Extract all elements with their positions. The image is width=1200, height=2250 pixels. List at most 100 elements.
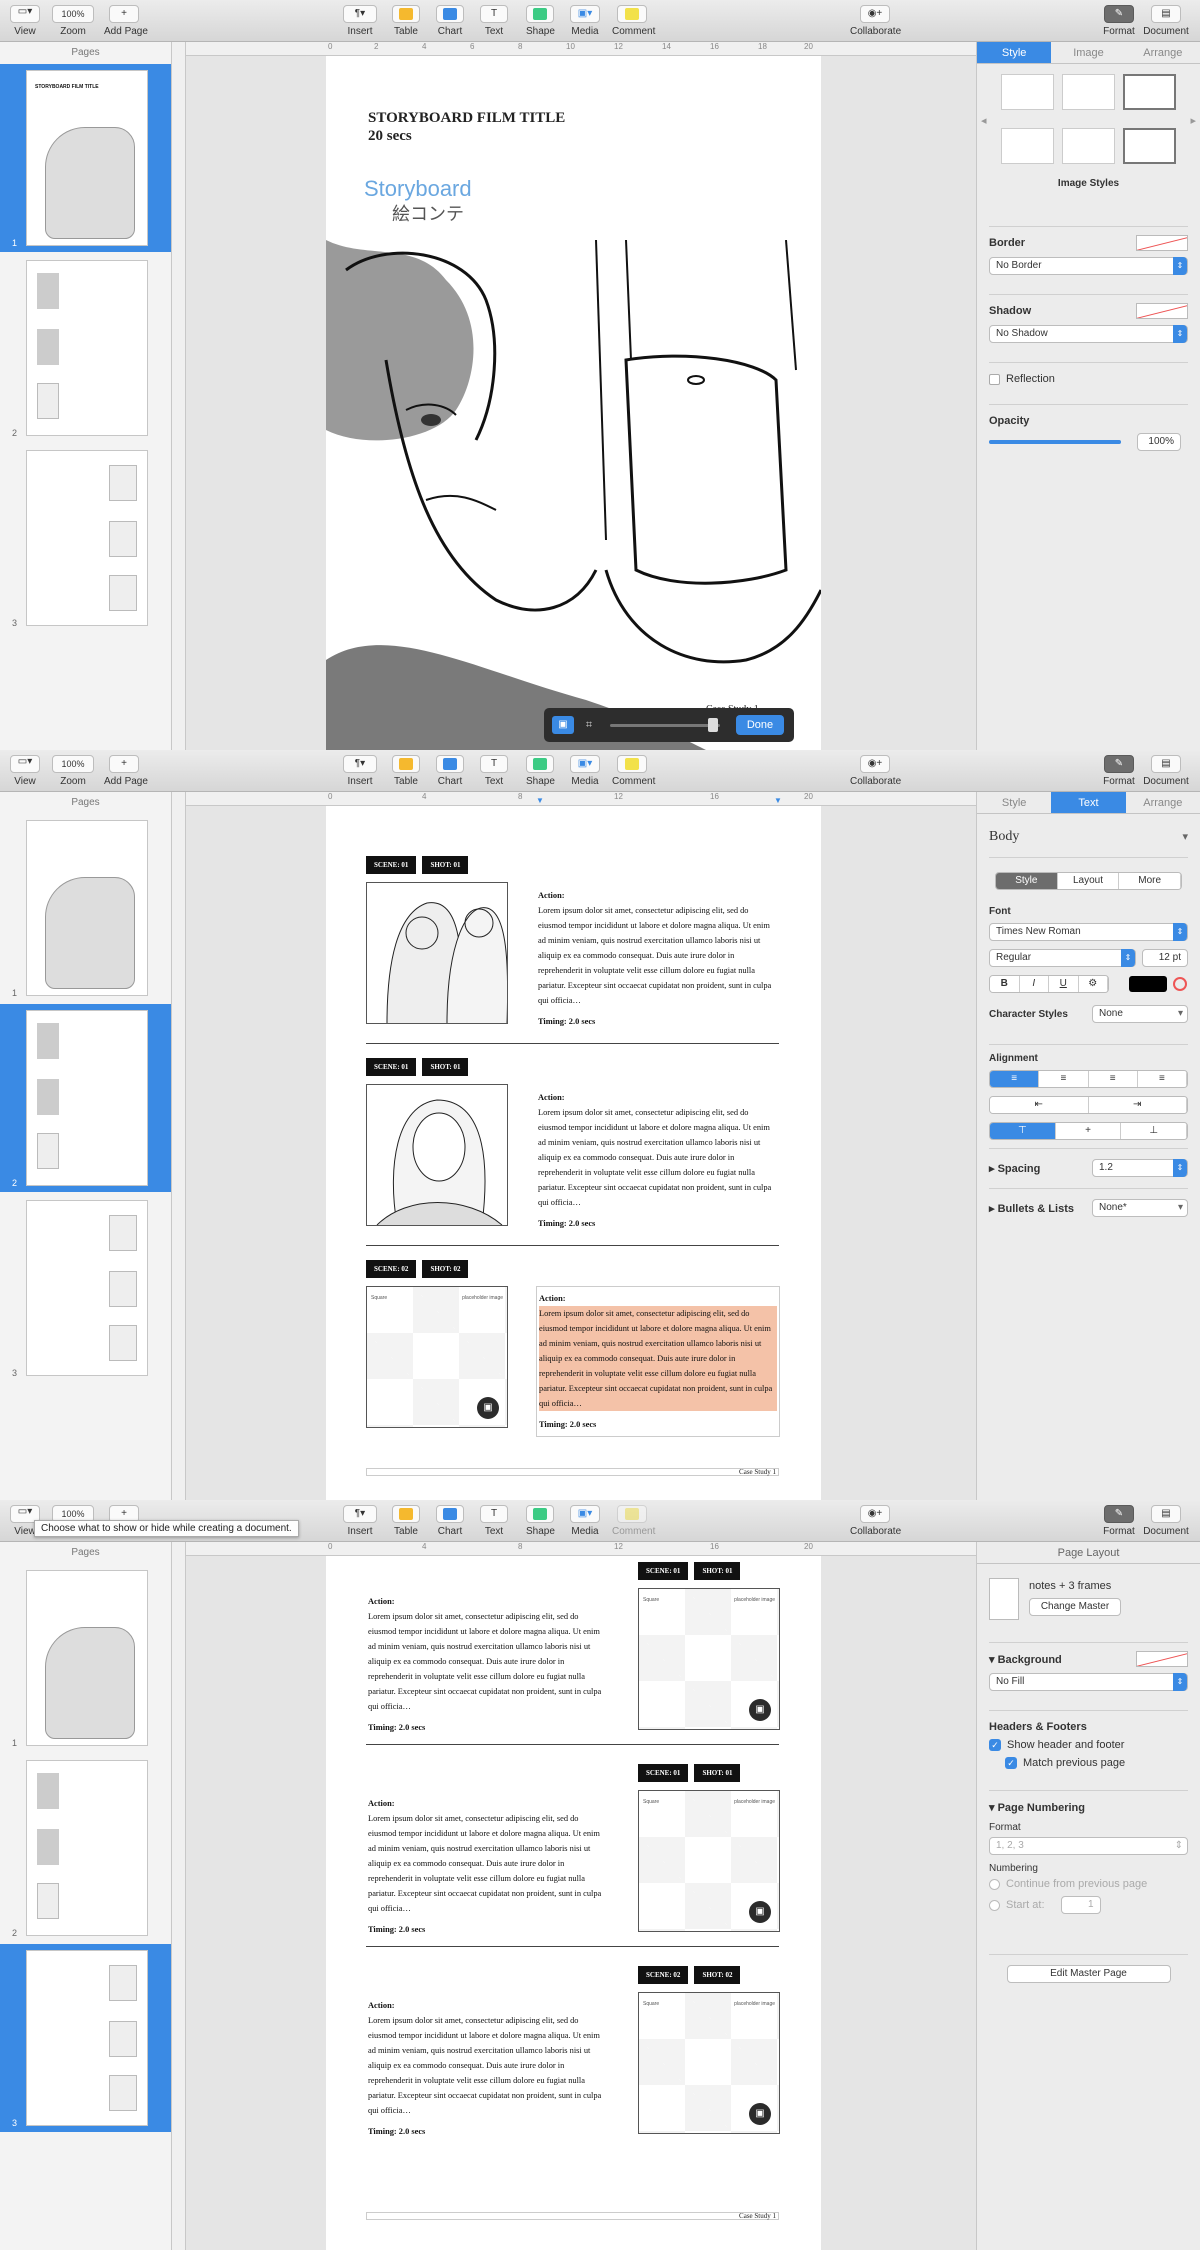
insert-button[interactable]: ¶▾ Insert — [342, 1505, 378, 1537]
shadow-select[interactable]: No Shadow ⇕ — [989, 325, 1188, 343]
scene-tag[interactable]: SCENE: 02 — [366, 1260, 417, 1278]
start-at-field[interactable]: 1 — [1060, 1896, 1101, 1914]
page-thumbnail-1[interactable]: STORYBOARD FILM TITLE 1 — [0, 64, 171, 252]
add-page-button[interactable]: +Add Page — [104, 5, 148, 37]
document-canvas[interactable]: Action: Lorem ipsum dolor sit amet, conse… — [186, 1556, 976, 2250]
crop-icon[interactable]: ⌗ — [578, 716, 600, 734]
shape-button[interactable]: Shape — [526, 5, 555, 37]
tab-style[interactable]: Style — [977, 42, 1052, 63]
shadow-label[interactable]: Shadow — [989, 305, 1031, 317]
spacing-select[interactable]: 1.2 ⇕ — [1092, 1159, 1188, 1177]
bullets-select[interactable]: None* ▾ — [1092, 1199, 1188, 1217]
underline-button[interactable]: U — [1049, 976, 1079, 992]
comment-button[interactable]: Comment — [612, 755, 655, 787]
table-button[interactable]: Table — [392, 755, 420, 787]
shot-tag[interactable]: SHOT: 02 — [694, 1966, 741, 1984]
page-thumbnail-3[interactable]: 3 — [0, 444, 171, 632]
collaborate-button[interactable]: ◉+ Collaborate — [850, 755, 901, 787]
match-previous-checkbox[interactable]: ✓ — [1005, 1757, 1017, 1769]
collaborate-button[interactable]: ◉+ Collaborate — [850, 5, 901, 37]
zoom-control[interactable]: 100%Zoom — [52, 5, 94, 37]
insert-button[interactable]: ¶▾ Insert — [342, 5, 378, 37]
shot-image-frame[interactable] — [366, 882, 508, 1024]
page-thumbnail-3[interactable]: 3 — [0, 1944, 171, 2132]
image-style-thumb[interactable] — [1123, 74, 1176, 110]
document-canvas[interactable]: SCENE: 01 SHOT: 01 Action: Lorem ipsum dol… — [186, 806, 976, 1500]
spacing-label[interactable]: ▸ Spacing — [989, 1162, 1040, 1175]
scene-tag[interactable]: SCENE: 01 — [638, 1764, 689, 1782]
tab-text[interactable]: Text — [1051, 792, 1126, 813]
done-button[interactable]: Done — [736, 715, 784, 735]
master-page-thumbnail[interactable] — [989, 1578, 1019, 1620]
gear-icon[interactable]: ⚙ — [1078, 976, 1108, 992]
replace-image-icon[interactable]: ▣ — [477, 1397, 499, 1419]
scale-slider[interactable] — [610, 724, 720, 727]
comment-button[interactable]: Comment — [612, 1505, 655, 1537]
slider-handle[interactable] — [708, 718, 718, 732]
opacity-slider[interactable] — [989, 440, 1121, 444]
color-wheel-icon[interactable] — [1173, 977, 1187, 991]
shot-text-selected[interactable]: Action: Lorem ipsum dolor sit amet, conse… — [536, 1286, 780, 1437]
page-thumbnail-2[interactable]: 2 — [0, 1754, 171, 1942]
shot-tag[interactable]: SHOT: 01 — [422, 856, 469, 874]
reflection-checkbox[interactable] — [989, 373, 1000, 385]
text-button[interactable]: T Text — [480, 5, 508, 37]
border-label[interactable]: Border — [989, 237, 1025, 249]
scene-tag[interactable]: SCENE: 02 — [638, 1966, 689, 1984]
fill-select[interactable]: No Fill ⇕ — [989, 1673, 1188, 1691]
placeholder-image-frame[interactable]: Square placeholder image ▣ — [638, 1992, 780, 2134]
continue-radio[interactable] — [989, 1878, 1000, 1890]
scene-tag[interactable]: SCENE: 01 — [366, 1058, 417, 1076]
font-family-select[interactable]: Times New Roman ⇕ — [989, 923, 1188, 941]
format-button[interactable]: ✎ Format — [1098, 1505, 1140, 1537]
replace-image-icon[interactable]: ▣ — [749, 2103, 771, 2125]
indent-marker-icon[interactable]: ▼ — [536, 796, 544, 805]
format-button[interactable]: ✎ Format — [1098, 755, 1140, 787]
replace-image-icon[interactable]: ▣ — [749, 1901, 771, 1923]
chevron-right-icon[interactable]: ▸ — [1190, 114, 1196, 127]
border-select[interactable]: No Border ⇕ — [989, 257, 1188, 275]
shot-tag[interactable]: SHOT: 01 — [694, 1764, 741, 1782]
view-button[interactable]: ▭▾ View — [10, 5, 40, 37]
page-footer[interactable]: Case Study 1 — [366, 1468, 779, 1476]
paragraph-style-row[interactable]: Body ▾ — [989, 822, 1188, 858]
shape-button[interactable]: Shape — [526, 755, 555, 787]
page-thumbnail-3[interactable]: 3 — [0, 1194, 171, 1382]
bullets-label[interactable]: ▸ Bullets & Lists — [989, 1202, 1074, 1215]
shadow-color-well[interactable] — [1136, 303, 1188, 319]
shot-text[interactable]: Action: Lorem ipsum dolor sit amet, conse… — [538, 888, 778, 1029]
bold-button[interactable]: B — [990, 976, 1020, 992]
image-style-thumb[interactable] — [1001, 74, 1054, 110]
align-bottom-icon[interactable]: ⊥ — [1121, 1123, 1187, 1139]
italic-button[interactable]: I — [1019, 976, 1049, 992]
page-footer[interactable]: Case Study 1 — [366, 2212, 779, 2220]
show-hf-checkbox[interactable]: ✓ — [989, 1739, 1001, 1751]
placeholder-image-frame[interactable]: Square placeholder image ▣ — [638, 1790, 780, 1932]
align-center-icon[interactable]: ≡ — [1039, 1071, 1089, 1087]
shot-tag[interactable]: SHOT: 01 — [422, 1058, 469, 1076]
tab-arrange[interactable]: Arrange — [1126, 42, 1200, 63]
shape-button[interactable]: Shape — [526, 1505, 555, 1537]
text-button[interactable]: T Text — [480, 1505, 508, 1537]
table-button[interactable]: Table — [392, 1505, 420, 1537]
chart-button[interactable]: Chart — [436, 1505, 464, 1537]
image-style-thumb[interactable] — [1001, 128, 1054, 164]
media-button[interactable]: ▣▾ Media — [570, 5, 600, 37]
page-numbering-label[interactable]: ▾ Page Numbering — [989, 1801, 1188, 1814]
page-thumbnail-1[interactable]: 1 — [0, 1564, 171, 1752]
subtab-layout[interactable]: Layout — [1057, 873, 1120, 889]
document-button[interactable]: ▤ Document — [1142, 1505, 1190, 1537]
placeholder-image-frame[interactable]: Square placeholder image ▣ — [638, 1588, 780, 1730]
replace-image-icon[interactable]: ▣ — [749, 1699, 771, 1721]
background-color-well[interactable] — [1136, 1651, 1188, 1667]
edit-master-button[interactable]: Edit Master Page — [1006, 1965, 1171, 1983]
chevron-left-icon[interactable]: ◂ — [981, 114, 987, 127]
indent-marker-icon[interactable]: ▼ — [774, 796, 782, 805]
decrease-indent-icon[interactable]: ⇤ — [990, 1097, 1089, 1113]
document-canvas[interactable]: STORYBOARD FILM TITLE 20 secs Storyboard… — [186, 56, 976, 750]
collaborate-button[interactable]: ◉+ Collaborate — [850, 1505, 901, 1537]
align-left-icon[interactable]: ≡ — [990, 1071, 1040, 1087]
shot-tag[interactable]: SHOT: 02 — [422, 1260, 469, 1278]
subtab-more[interactable]: More — [1119, 873, 1181, 889]
format-select[interactable]: 1, 2, 3 ⇕ — [989, 1837, 1188, 1855]
